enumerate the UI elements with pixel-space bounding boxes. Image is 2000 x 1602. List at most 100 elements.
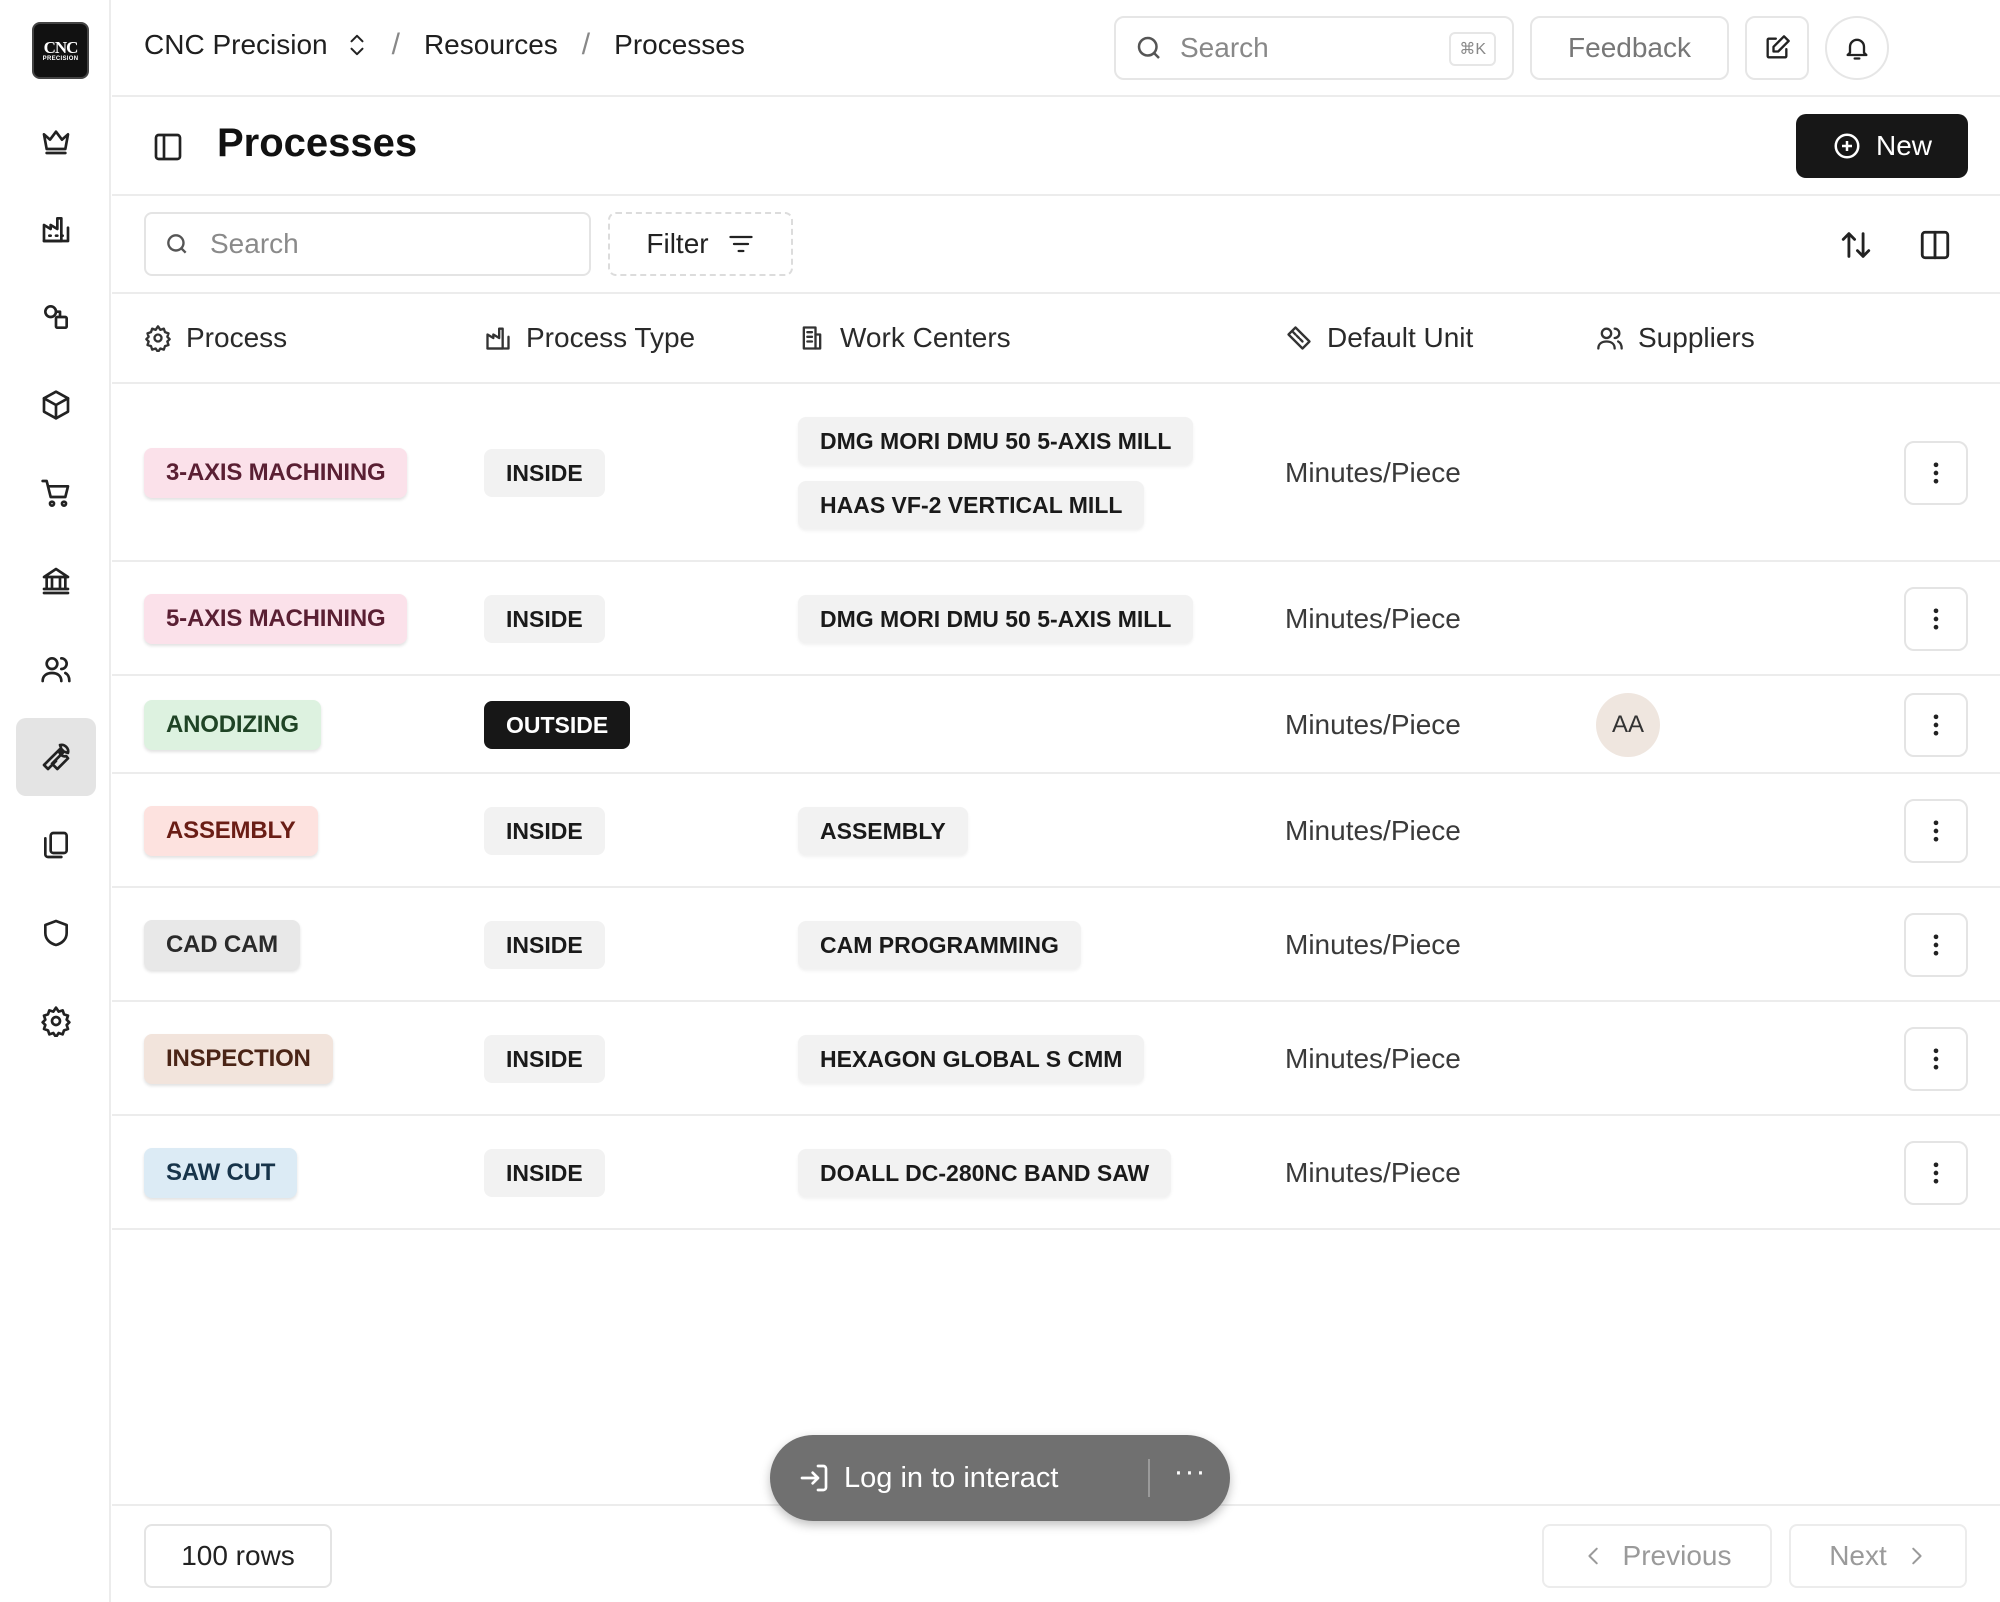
sort-arrows-icon [1841, 232, 1871, 258]
process-tag[interactable]: ASSEMBLY [144, 806, 318, 856]
table-row[interactable]: 5-AXIS MACHINING INSIDE DMG MORI DMU 50 5-… [112, 562, 2000, 676]
sidebar-item-parts[interactable] [16, 278, 96, 356]
sidebar-item-purchasing[interactable] [16, 454, 96, 532]
more-vertical-icon [1933, 714, 1939, 736]
process-type-badge: INSIDE [484, 449, 605, 497]
row-actions-button[interactable] [1904, 441, 1968, 505]
previous-page-button[interactable]: Previous [1542, 1524, 1772, 1588]
default-unit-value: Minutes/Piece [1285, 1157, 1461, 1188]
sidebar-item-dashboard[interactable] [16, 102, 96, 180]
company-logo[interactable]: CNC PRECISION [32, 22, 89, 79]
column-label: Process Type [526, 322, 696, 353]
row-actions-button[interactable] [1904, 799, 1968, 863]
columns-button[interactable] [1918, 228, 1952, 262]
process-tag[interactable]: 3-AXIS MACHINING [144, 448, 408, 498]
column-header-default-unit[interactable]: Default Unit [1285, 322, 1473, 354]
search-shortcut-badge: ⌘K [1449, 32, 1496, 66]
column-header-process-type[interactable]: Process Type [484, 322, 695, 354]
sidebar-item-production[interactable] [16, 190, 96, 268]
sidebar-item-people[interactable] [16, 630, 96, 708]
login-button[interactable]: Log in to interact [770, 1462, 1148, 1495]
row-actions-button[interactable] [1904, 913, 1968, 977]
column-label: Work Centers [840, 322, 1011, 353]
column-header-work-centers[interactable]: Work Centers [798, 322, 1011, 354]
shapes-icon [44, 305, 68, 329]
work-center-tag[interactable]: DMG MORI DMU 50 5-AXIS MILL [798, 417, 1194, 465]
process-type-badge: OUTSIDE [484, 701, 631, 749]
sidebar-item-accounting[interactable] [16, 542, 96, 620]
cube-icon [42, 390, 70, 420]
columns-icon [1920, 230, 1950, 260]
table-toolbar: Search Filter [112, 196, 2000, 294]
ruler-icon [1287, 326, 1311, 350]
table-row[interactable]: CAD CAM INSIDE CAM PROGRAMMING Minutes/Piec… [112, 888, 2000, 1002]
table-search-input[interactable]: Search [144, 212, 591, 276]
sidebar-item-quality[interactable] [16, 894, 96, 972]
work-center-tag[interactable]: CAM PROGRAMMING [798, 921, 1081, 969]
chevron-left-icon [1587, 1547, 1598, 1565]
process-tag[interactable]: ANODIZING [144, 700, 321, 750]
page-title: Processes [217, 121, 418, 165]
table-row[interactable]: INSPECTION INSIDE HEXAGON GLOBAL S CMM Minu… [112, 1002, 2000, 1116]
process-type-badge: INSIDE [484, 807, 605, 855]
process-type-badge: INSIDE [484, 595, 605, 643]
row-actions-button[interactable] [1904, 693, 1968, 757]
sort-button[interactable] [1839, 228, 1873, 262]
global-search[interactable]: Search ⌘K [1114, 16, 1514, 80]
bell-icon [1846, 38, 1868, 60]
sidebar-toggle-button[interactable] [152, 131, 184, 163]
process-tag[interactable]: CAD CAM [144, 920, 300, 970]
search-icon [1137, 36, 1160, 59]
table-row[interactable]: SAW CUT INSIDE DOALL DC-280NC BAND SAW Minu… [112, 1116, 2000, 1230]
compose-button[interactable] [1745, 16, 1809, 80]
chevron-updown-icon[interactable] [346, 30, 368, 60]
default-unit-value: Minutes/Piece [1285, 1043, 1461, 1074]
table-search-placeholder: Search [210, 228, 299, 259]
table-row[interactable]: ANODIZING OUTSIDE Minutes/Piece AA [112, 676, 2000, 774]
row-actions-button[interactable] [1904, 587, 1968, 651]
work-center-tag[interactable]: HAAS VF-2 VERTICAL MILL [798, 481, 1145, 529]
login-icon [800, 1464, 828, 1492]
breadcrumb: CNC Precision / Resources / Processes [144, 28, 745, 62]
sidebar-item-resources[interactable] [16, 718, 96, 796]
column-header-process[interactable]: Process [144, 322, 287, 354]
sidebar-item-settings[interactable] [16, 982, 96, 1060]
filter-button[interactable]: Filter [608, 212, 793, 276]
table-header: Process Process Type Work Centers Defaul… [112, 294, 2000, 384]
process-tag[interactable]: 5-AXIS MACHINING [144, 594, 408, 644]
building-icon [802, 326, 822, 350]
users-icon [41, 657, 71, 683]
process-type-badge: INSIDE [484, 1149, 605, 1197]
notifications-button[interactable] [1825, 16, 1889, 80]
cart-icon [41, 479, 70, 507]
sidebar-item-inventory[interactable] [16, 366, 96, 444]
overlay-more-button[interactable]: ··· [1150, 1455, 1230, 1489]
more-vertical-icon [1933, 608, 1939, 630]
process-tag[interactable]: SAW CUT [144, 1148, 298, 1198]
work-center-tag[interactable]: HEXAGON GLOBAL S CMM [798, 1035, 1145, 1083]
work-center-tag[interactable]: DOALL DC-280NC BAND SAW [798, 1149, 1172, 1197]
breadcrumb-separator: / [391, 28, 400, 61]
table-row[interactable]: 3-AXIS MACHINING INSIDE DMG MORI DMU 50 5-… [112, 384, 2000, 562]
sidebar-item-documents[interactable] [16, 806, 96, 884]
column-header-suppliers[interactable]: Suppliers [1596, 322, 1755, 354]
page-header: Processes New [112, 99, 2000, 196]
work-center-tag[interactable]: ASSEMBLY [798, 807, 968, 855]
table-row[interactable]: ASSEMBLY INSIDE ASSEMBLY Minutes/Piece [112, 774, 2000, 888]
new-process-button[interactable]: New [1796, 114, 1968, 178]
shield-icon [44, 919, 68, 947]
column-label: Process [186, 322, 288, 353]
breadcrumb-resources[interactable]: Resources [424, 29, 558, 61]
default-unit-value: Minutes/Piece [1285, 929, 1461, 960]
row-actions-button[interactable] [1904, 1141, 1968, 1205]
process-tag[interactable]: INSPECTION [144, 1034, 333, 1084]
rows-per-page-button[interactable]: 100 rows [144, 1524, 332, 1588]
feedback-button[interactable]: Feedback [1530, 16, 1729, 80]
row-actions-button[interactable] [1904, 1027, 1968, 1091]
plus-circle-icon [1834, 133, 1860, 159]
company-switcher[interactable]: CNC Precision [144, 29, 328, 61]
next-page-button[interactable]: Next [1789, 1524, 1967, 1588]
breadcrumb-processes[interactable]: Processes [614, 29, 745, 61]
work-center-tag[interactable]: DMG MORI DMU 50 5-AXIS MILL [798, 595, 1194, 643]
supplier-avatar[interactable]: AA [1596, 693, 1660, 757]
